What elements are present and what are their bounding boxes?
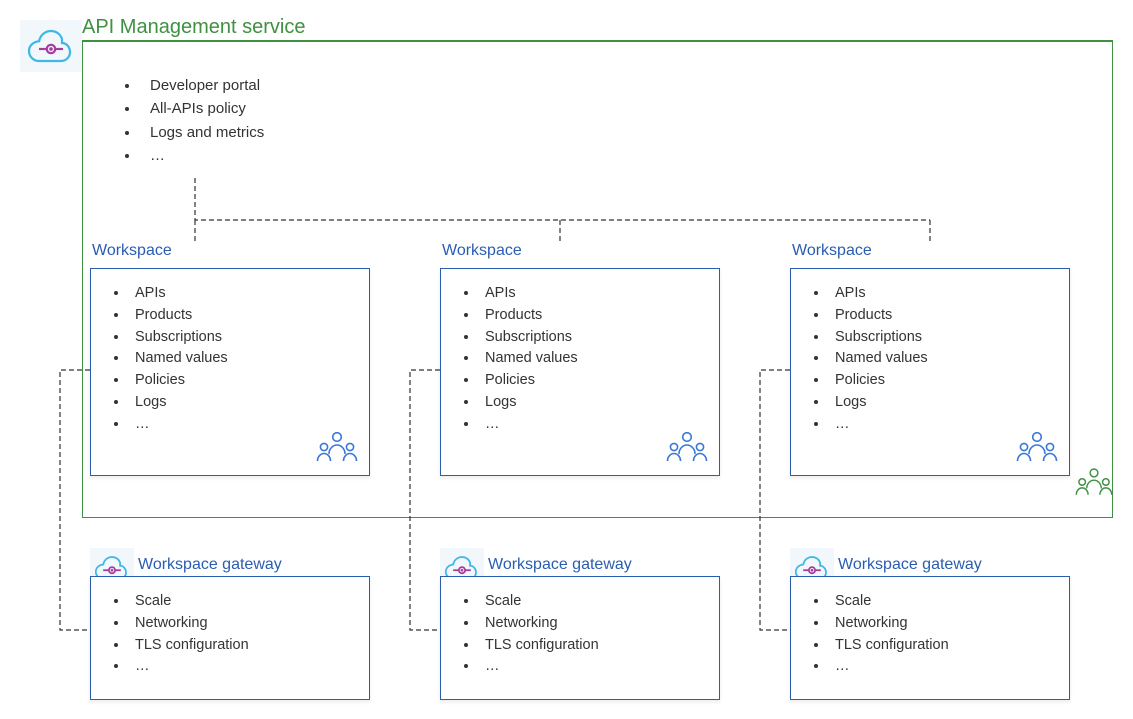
list-item: …	[479, 656, 705, 678]
list-item: APIs	[129, 283, 355, 305]
gateway-box: Scale Networking TLS configuration …	[790, 576, 1070, 700]
list-item: Named values	[129, 348, 355, 370]
gateway-label: Workspace gateway	[136, 556, 284, 574]
gateway-label: Workspace gateway	[836, 556, 984, 574]
api-management-icon	[20, 20, 82, 72]
workspace-box: APIs Products Subscriptions Named values…	[90, 268, 370, 476]
list-item: Named values	[479, 348, 705, 370]
gateway-label: Workspace gateway	[486, 556, 634, 574]
list-item: Logs	[479, 392, 705, 414]
list-item: Subscriptions	[829, 327, 1055, 349]
list: Scale Networking TLS configuration …	[449, 591, 705, 678]
people-group-icon	[1015, 430, 1059, 469]
list-item: Logs and metrics	[140, 121, 264, 144]
people-group-icon	[315, 430, 359, 469]
list: APIs Products Subscriptions Named values…	[449, 283, 705, 435]
list-item: Named values	[829, 348, 1055, 370]
list-item: Scale	[829, 591, 1055, 613]
list-item: Logs	[129, 392, 355, 414]
list-item: Subscriptions	[479, 327, 705, 349]
gateway-box: Scale Networking TLS configuration …	[90, 576, 370, 700]
workspace-label: Workspace	[440, 242, 524, 260]
list-item: Networking	[129, 613, 355, 635]
workspace-box: APIs Products Subscriptions Named values…	[790, 268, 1070, 476]
apim-workspaces-diagram: API Management service Developer portal …	[20, 20, 1113, 699]
list-item: Products	[829, 305, 1055, 327]
workspace-label: Workspace	[90, 242, 174, 260]
list-item: Policies	[829, 370, 1055, 392]
list-item: TLS configuration	[479, 635, 705, 657]
list-item: Scale	[129, 591, 355, 613]
list-item: TLS configuration	[829, 635, 1055, 657]
list-item: Products	[479, 305, 705, 327]
list-item: …	[129, 656, 355, 678]
service-title: API Management service	[82, 16, 309, 39]
list-item: TLS configuration	[129, 635, 355, 657]
list: Scale Networking TLS configuration …	[99, 591, 355, 678]
gateway-box: Scale Networking TLS configuration …	[440, 576, 720, 700]
list-item: Networking	[829, 613, 1055, 635]
list: APIs Products Subscriptions Named values…	[799, 283, 1055, 435]
service-feature-list: Developer portal All-APIs policy Logs an…	[100, 74, 264, 167]
list-item: Logs	[829, 392, 1055, 414]
list: Developer portal All-APIs policy Logs an…	[100, 74, 264, 167]
list-item: Scale	[479, 591, 705, 613]
list-item: Products	[129, 305, 355, 327]
list-item: …	[829, 656, 1055, 678]
workspace-label: Workspace	[790, 242, 874, 260]
list: APIs Products Subscriptions Named values…	[99, 283, 355, 435]
list-item: Policies	[479, 370, 705, 392]
workspace-box: APIs Products Subscriptions Named values…	[440, 268, 720, 476]
list-item: All-APIs policy	[140, 97, 264, 120]
list-item: Developer portal	[140, 74, 264, 97]
list: Scale Networking TLS configuration …	[799, 591, 1055, 678]
list-item: APIs	[479, 283, 705, 305]
list-item: APIs	[829, 283, 1055, 305]
list-item: …	[140, 144, 264, 167]
list-item: Subscriptions	[129, 327, 355, 349]
people-group-icon	[665, 430, 709, 469]
people-group-icon	[1074, 466, 1114, 503]
list-item: Networking	[479, 613, 705, 635]
list-item: Policies	[129, 370, 355, 392]
